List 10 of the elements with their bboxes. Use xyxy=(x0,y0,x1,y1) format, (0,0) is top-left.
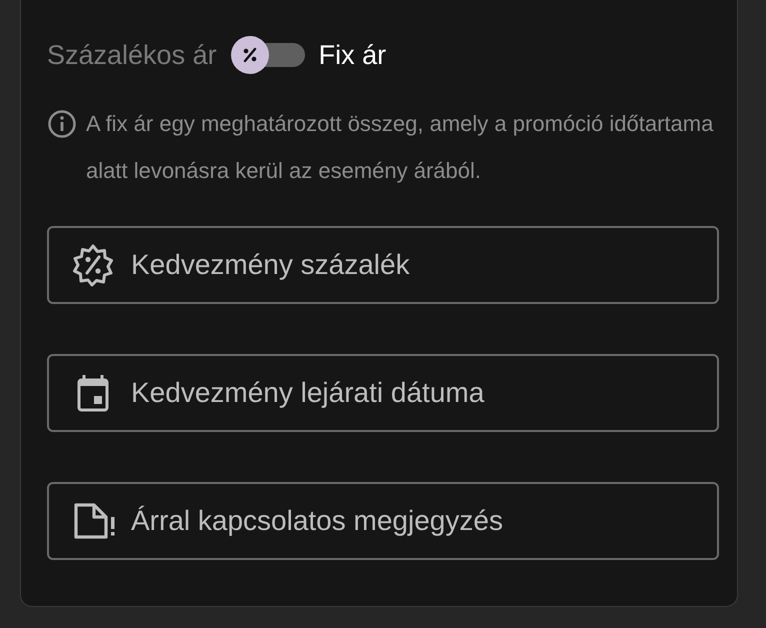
percent-icon xyxy=(240,46,259,64)
input-field[interactable]: Kedvezmény százalék xyxy=(47,226,719,304)
toggle-label: Százalékos ár xyxy=(47,38,217,72)
percent-badge-icon xyxy=(71,243,115,287)
input-field[interactable]: Kedvezmény lejárati dátuma xyxy=(47,354,719,432)
info-icon xyxy=(47,109,77,139)
info-text: A fix ár egy meghatározott összeg, amely a promóció időtartama alatt levonásra kerül az esemény árából. xyxy=(86,110,714,185)
toggle-switch[interactable] xyxy=(230,36,305,74)
toggle-label: Fix ár xyxy=(318,38,386,72)
input-field[interactable]: Árral kapcsolatos megjegyzés xyxy=(47,482,719,560)
